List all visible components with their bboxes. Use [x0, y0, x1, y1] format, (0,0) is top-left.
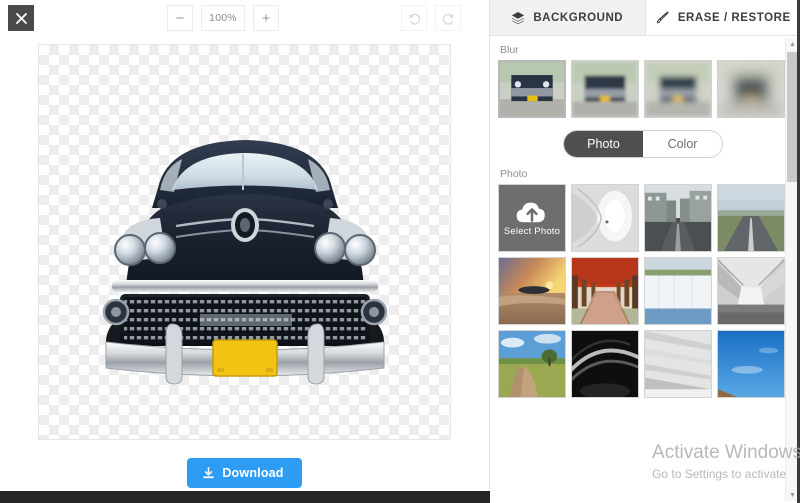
photo-grey-corridor-image	[718, 258, 784, 324]
segment-photo[interactable]: Photo	[564, 131, 643, 157]
photo-blue-sky-image	[718, 331, 784, 397]
photo-tile-country-road[interactable]	[498, 330, 566, 398]
segment-color-label: Color	[667, 137, 698, 151]
blur-thumb-3-image	[718, 61, 784, 117]
zoom-in-button[interactable]: +	[253, 5, 279, 31]
photo-tile-blue-sky[interactable]	[717, 330, 785, 398]
photo-beach-sunset-image	[499, 258, 565, 324]
background-panel: BACKGROUND ERASE / RESTORE Blur Photo Co…	[490, 0, 800, 503]
blur-thumbnail-grid	[498, 60, 788, 118]
undo-icon	[408, 13, 420, 25]
photo-dark-arc-image	[572, 331, 638, 397]
close-button[interactable]	[8, 5, 34, 31]
photo-section-label: Photo	[500, 168, 528, 180]
zoom-in-label: +	[261, 9, 271, 27]
tab-background-label: BACKGROUND	[533, 11, 624, 24]
blur-thumb-3[interactable]	[717, 60, 785, 118]
blur-thumb-1-image	[572, 61, 638, 117]
tab-background[interactable]: BACKGROUND	[490, 0, 646, 36]
image-canvas[interactable]	[38, 44, 451, 440]
zoom-level: 100%	[201, 5, 245, 31]
source-segment-control: Photo Color	[563, 130, 723, 158]
redo-button[interactable]	[435, 5, 461, 31]
close-icon	[15, 12, 27, 24]
blur-thumb-2[interactable]	[644, 60, 712, 118]
editor-toolbar: − 100% +	[0, 0, 489, 36]
segment-photo-label: Photo	[587, 137, 620, 151]
photo-tile-grey-corridor[interactable]	[717, 257, 785, 325]
car-image	[39, 45, 450, 439]
photo-country-road-image	[499, 331, 565, 397]
cloud-upload-icon	[516, 202, 545, 222]
photo-white-tunnel-image	[572, 185, 638, 251]
photo-thumbnail-grid: Select Photo	[498, 184, 788, 398]
layers-icon	[512, 11, 525, 24]
zoom-out-button[interactable]: −	[167, 5, 193, 31]
zoom-controls: − 100% +	[167, 5, 279, 31]
photo-city-street-image	[645, 185, 711, 251]
photo-light-ceiling-image	[645, 331, 711, 397]
blur-thumb-0[interactable]	[498, 60, 566, 118]
redo-icon	[442, 13, 454, 25]
bottom-bar	[0, 491, 490, 503]
tab-erase-restore[interactable]: ERASE / RESTORE	[645, 0, 800, 36]
undo-button[interactable]	[401, 5, 427, 31]
panel-body: Blur Photo Color Photo Select Photo	[490, 36, 800, 503]
photo-tile-autumn-avenue[interactable]	[571, 257, 639, 325]
download-button[interactable]: Download	[187, 458, 302, 488]
blur-thumb-1[interactable]	[571, 60, 639, 118]
photo-tile-open-road[interactable]	[717, 184, 785, 252]
source-toggle: Photo Color	[498, 130, 788, 158]
zoom-out-label: −	[175, 9, 185, 27]
blur-thumb-2-image	[645, 61, 711, 117]
segment-color[interactable]: Color	[643, 131, 722, 157]
photo-autumn-avenue-image	[572, 258, 638, 324]
photo-tile-light-ceiling[interactable]	[644, 330, 712, 398]
history-controls	[401, 5, 461, 31]
photo-open-road-image	[718, 185, 784, 251]
blur-section-label: Blur	[500, 44, 519, 56]
download-label: Download	[222, 466, 284, 480]
zoom-level-label: 100%	[209, 12, 237, 24]
photo-tile-beach-sunset[interactable]	[498, 257, 566, 325]
photo-tile-white-wall[interactable]	[644, 257, 712, 325]
select-photo-label: Select Photo	[503, 225, 561, 237]
panel-tabs: BACKGROUND ERASE / RESTORE	[490, 0, 800, 36]
tab-erase-restore-label: ERASE / RESTORE	[677, 11, 791, 24]
photo-tile-city-street[interactable]	[644, 184, 712, 252]
photo-tile-dark-arc[interactable]	[571, 330, 639, 398]
download-icon	[203, 466, 215, 478]
editor-pane: − 100% + Download	[0, 0, 490, 503]
photo-tile-white-tunnel[interactable]	[571, 184, 639, 252]
background-remover-app: − 100% + Download BACKGROUND ERASE / RES…	[0, 0, 800, 503]
classic-car-graphic	[102, 140, 387, 385]
select-photo-tile[interactable]: Select Photo	[498, 184, 566, 252]
photo-white-wall-image	[645, 258, 711, 324]
brush-icon	[656, 11, 669, 24]
blur-thumb-0-image	[500, 62, 564, 116]
